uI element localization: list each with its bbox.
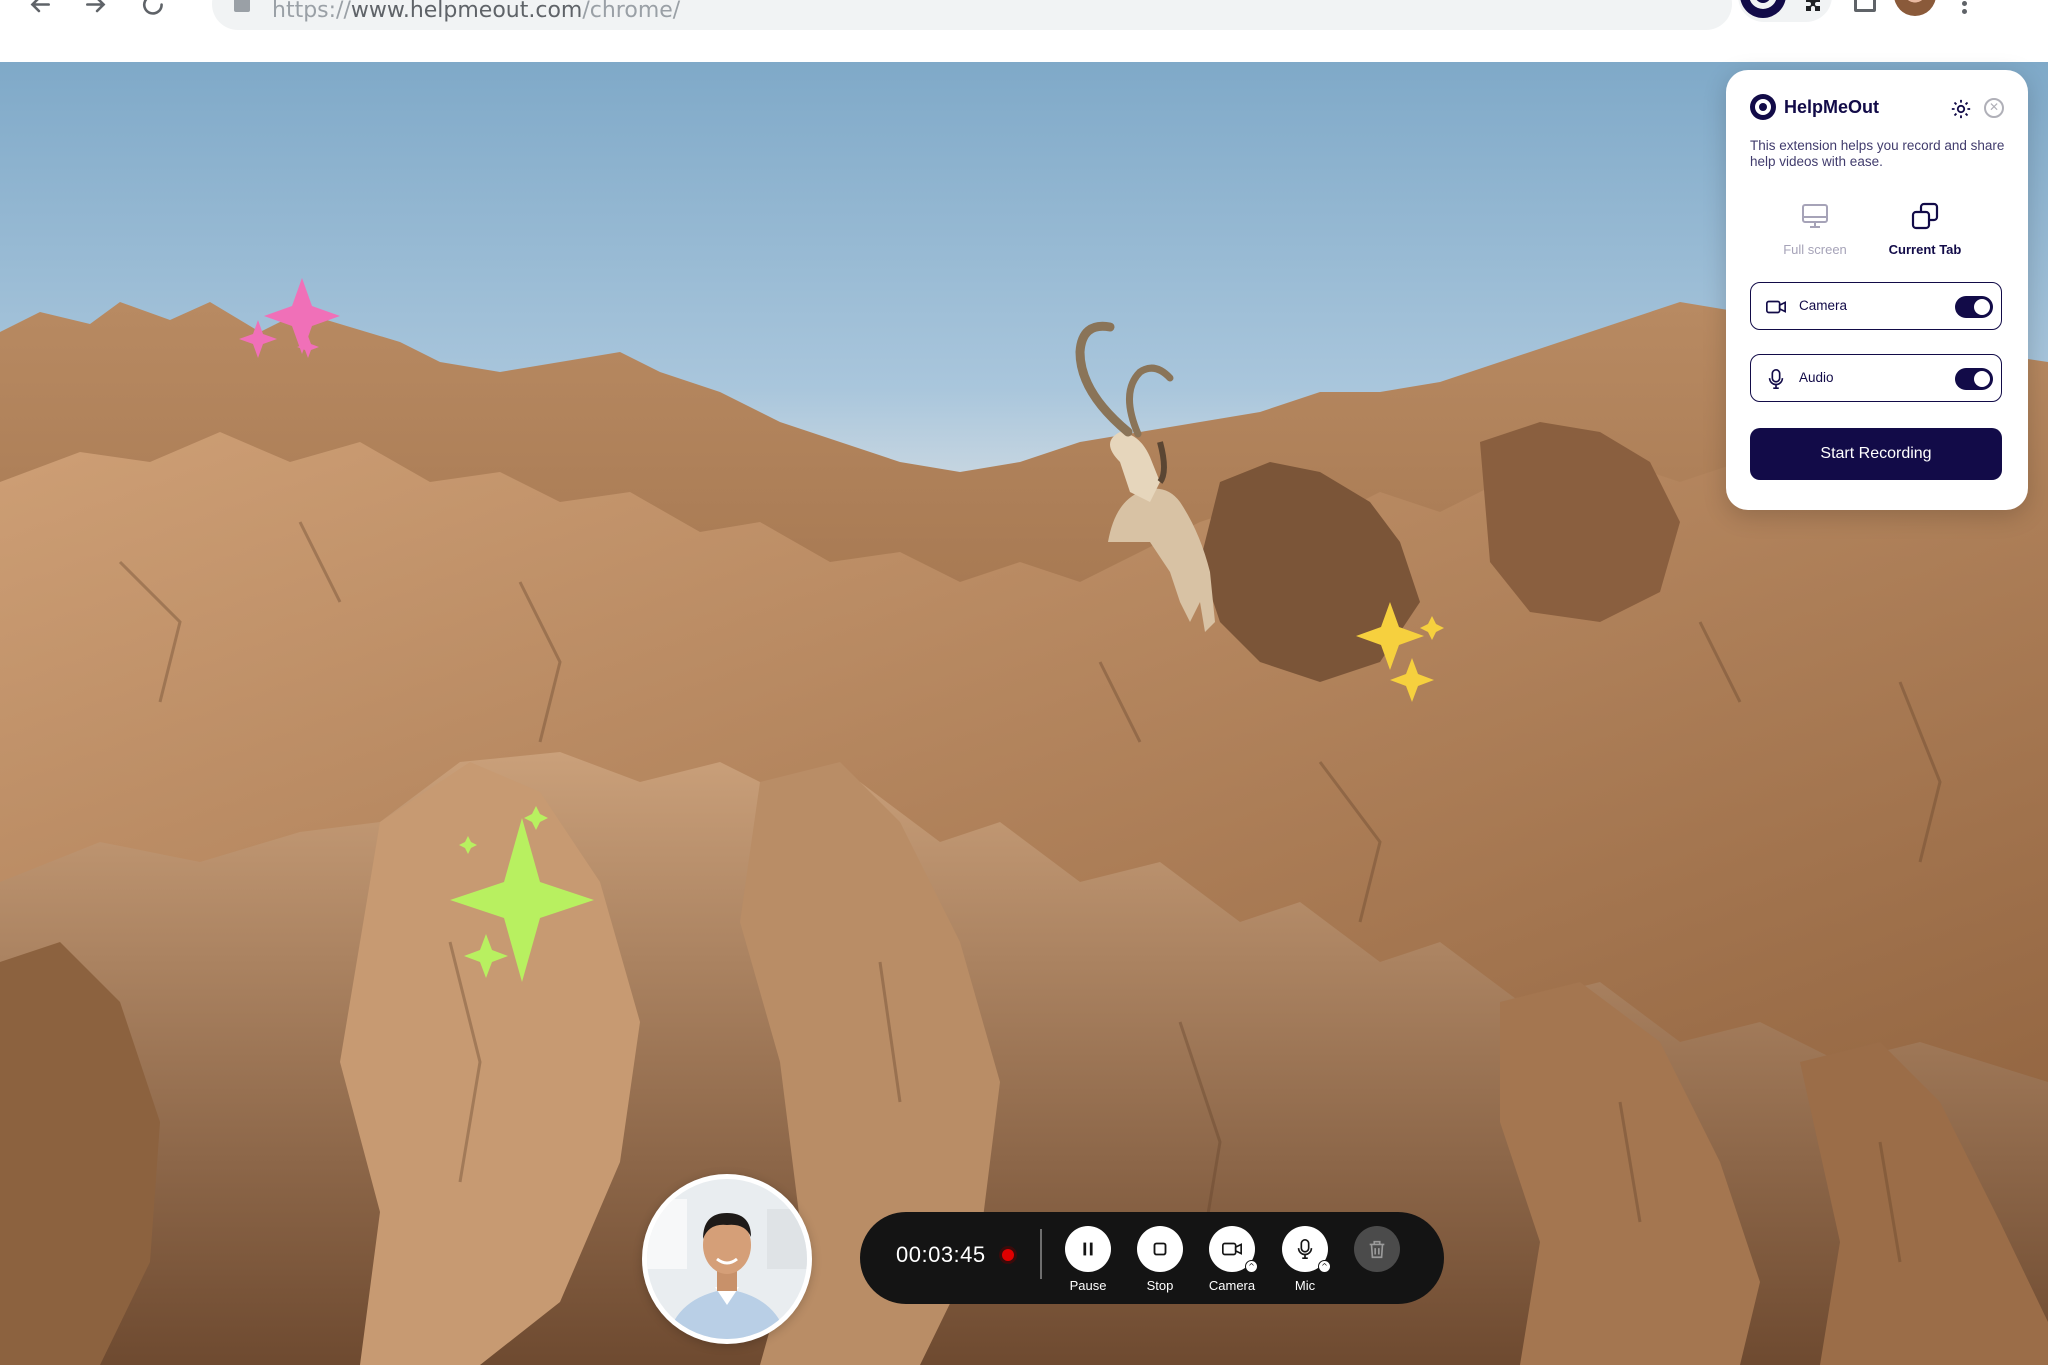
camera-switch[interactable] [1955, 296, 1993, 318]
divider [1040, 1229, 1042, 1279]
gear-icon[interactable] [1950, 98, 1972, 120]
close-icon[interactable]: ✕ [1984, 98, 2004, 118]
start-recording-button[interactable]: Start Recording [1750, 428, 2002, 480]
webcam-person-image [647, 1179, 807, 1339]
mode-current-tab[interactable]: Current Tab [1870, 200, 1980, 257]
audio-toggle-row[interactable]: Audio [1750, 354, 2002, 402]
puzzle-icon[interactable] [1802, 0, 1826, 16]
microphone-icon [1765, 368, 1787, 390]
browser-toolbar: https://www.helpmeout.com/chrome/ [0, 0, 2048, 62]
pause-label: Pause [1069, 1278, 1107, 1293]
brand-name: HelpMeOut [1784, 96, 1880, 117]
video-camera-icon: ^ [1209, 1226, 1258, 1273]
back-arrow-icon[interactable] [20, 0, 60, 22]
camera-control-label: Camera [1208, 1278, 1256, 1293]
monitor-icon [1802, 204, 1828, 228]
delete-button[interactable] [1342, 1226, 1412, 1272]
video-camera-icon [1765, 296, 1787, 318]
mic-label: Mic [1294, 1278, 1316, 1293]
address-bar[interactable]: https://www.helpmeout.com/chrome/ [212, 0, 1732, 30]
stop-button[interactable]: Stop [1125, 1226, 1195, 1293]
trash-icon [1354, 1226, 1400, 1272]
lock-icon [234, 0, 250, 12]
mode-full-screen[interactable]: Full screen [1760, 200, 1870, 257]
mode-label-current-tab: Current Tab [1888, 242, 1962, 257]
chevron-up-icon[interactable]: ^ [1318, 1260, 1331, 1273]
helpmeout-popup: HelpMeOut ✕ This extension helps you rec… [1726, 70, 2028, 510]
recording-timer: 00:03:45 [896, 1242, 986, 1267]
stop-label: Stop [1146, 1278, 1174, 1293]
chevron-up-icon[interactable]: ^ [1245, 1260, 1258, 1273]
pause-button[interactable]: Pause [1053, 1226, 1123, 1293]
stop-icon [1137, 1226, 1183, 1272]
window-icon[interactable] [1854, 0, 1876, 12]
mode-label-full-screen: Full screen [1783, 242, 1847, 257]
address-bar-url: https://www.helpmeout.com/chrome/ [272, 0, 681, 23]
pause-icon [1065, 1226, 1111, 1272]
more-menu-icon[interactable] [1960, 0, 1968, 14]
audio-switch[interactable] [1955, 368, 1993, 390]
forward-arrow-icon[interactable] [76, 0, 116, 22]
helpmeout-logo-icon [1750, 94, 1776, 120]
reload-icon[interactable] [134, 0, 174, 22]
camera-button[interactable]: ^ Camera [1197, 1226, 1267, 1293]
popup-brand: HelpMeOut [1750, 94, 1879, 120]
profile-avatar[interactable] [1894, 0, 1936, 16]
microphone-icon: ^ [1282, 1226, 1331, 1273]
mic-button[interactable]: ^ Mic [1270, 1226, 1340, 1293]
camera-label: Camera [1799, 298, 1848, 313]
popup-description: This extension helps you record and shar… [1750, 138, 2005, 169]
recording-indicator [1002, 1249, 1014, 1261]
audio-label: Audio [1799, 370, 1834, 385]
copy-tab-icon [1911, 202, 1939, 230]
webcam-bubble[interactable] [642, 1174, 812, 1344]
camera-toggle-row[interactable]: Camera [1750, 282, 2002, 330]
recording-control-bar: 00:03:45 Pause Stop ^ Camera ^ Mic [860, 1212, 1444, 1304]
